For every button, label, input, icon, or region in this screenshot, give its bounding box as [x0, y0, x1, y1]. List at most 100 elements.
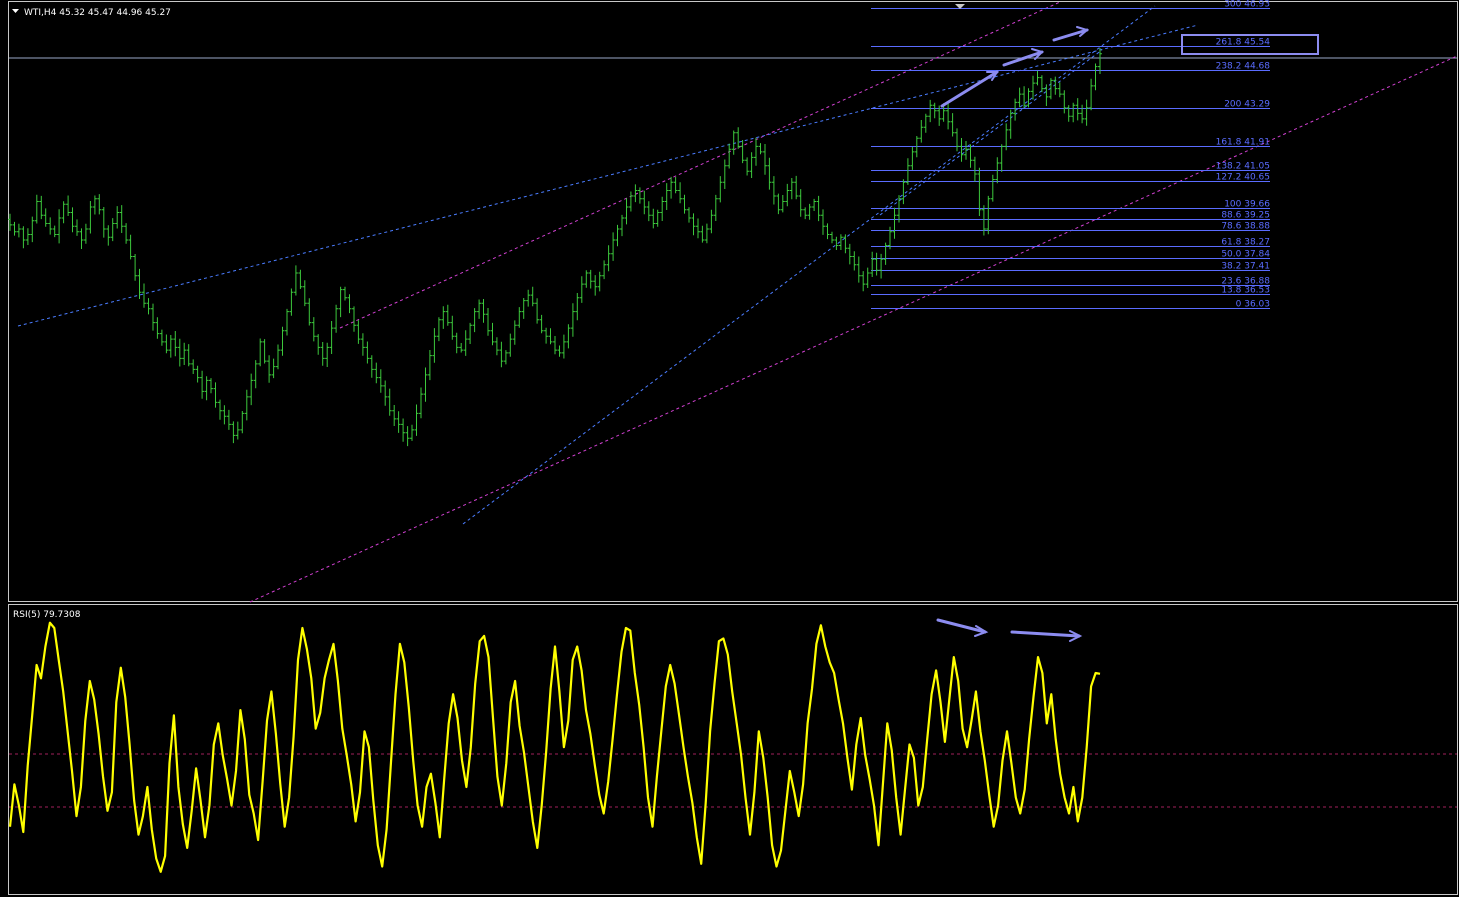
price-bar [749, 152, 754, 178]
price-bar [436, 317, 441, 342]
price-bar [852, 251, 857, 271]
price-bar [396, 411, 401, 433]
price-bar [794, 175, 799, 200]
fib-level-label: 78.6 38.88 [1221, 222, 1270, 232]
price-bar [490, 322, 495, 346]
price-bar [289, 288, 294, 316]
price-bar [530, 286, 535, 307]
price-bar [879, 253, 884, 279]
price-bar [262, 339, 267, 364]
price-bar [696, 218, 700, 239]
price-bar [258, 338, 263, 367]
fib-level-label: 200 43.29 [1224, 100, 1270, 110]
price-bar [75, 219, 79, 236]
price-bar [803, 207, 808, 220]
price-bar [584, 270, 589, 288]
price-bar [517, 307, 522, 328]
price-bar [561, 334, 566, 359]
price-bar [664, 183, 669, 210]
price-bar [830, 231, 834, 244]
price-bar [566, 324, 571, 349]
price-bar [173, 331, 178, 357]
price-bar [798, 189, 803, 217]
price-bar [186, 344, 191, 367]
price-bar [16, 223, 21, 238]
price-bar [847, 243, 852, 265]
price-bar [43, 208, 48, 227]
price-bar [1039, 75, 1044, 93]
price-bar [812, 198, 817, 211]
fib-level-label: 100 39.66 [1224, 200, 1270, 210]
price-bar [700, 225, 705, 243]
price-bar [816, 195, 821, 222]
price-bar [606, 245, 611, 272]
price-bar [423, 367, 428, 402]
price-bar [200, 370, 205, 399]
price-bar [673, 177, 678, 194]
price-bar [865, 267, 870, 288]
price-bar [249, 373, 254, 406]
price-bar [861, 271, 866, 292]
fib-level-label: 38.2 37.41 [1221, 262, 1270, 272]
price-bar [526, 289, 531, 307]
fib-level-label: 261.8 45.54 [1216, 38, 1271, 48]
price-bar [182, 342, 187, 365]
symbol-header: WTI,H4 45.32 45.47 44.96 45.27 [24, 8, 171, 18]
price-bar [548, 328, 553, 345]
price-bar [637, 187, 642, 204]
symbol-menu-icon[interactable] [12, 9, 19, 13]
price-bar [414, 404, 419, 436]
price-bar [128, 234, 133, 260]
price-bar [646, 201, 651, 222]
price-bar [115, 206, 120, 229]
fib-level-label: 138.2 41.05 [1216, 162, 1270, 172]
price-bar [325, 342, 330, 367]
price-bar [311, 317, 316, 342]
price-bar [579, 276, 584, 303]
price-bar [468, 322, 473, 344]
price-bar [745, 157, 750, 176]
price-bar [12, 221, 17, 236]
price-bar [508, 333, 513, 357]
price-bar [70, 207, 75, 233]
price-bar [642, 190, 647, 215]
price-bar [687, 207, 691, 223]
price-bar [267, 355, 272, 383]
price-bar [293, 265, 298, 296]
price-bar [302, 280, 307, 307]
fib-level-label: 161.8 41.91 [1216, 138, 1270, 148]
price-bar [553, 336, 557, 355]
price-bar [445, 304, 450, 326]
price-bar [593, 275, 598, 296]
fib-level-label: 88.6 39.25 [1221, 211, 1270, 221]
price-bar [682, 194, 687, 214]
price-bar [401, 418, 406, 442]
rsi-header: RSI(5) 79.7308 [13, 610, 81, 620]
price-bar [164, 334, 169, 354]
fib-level-label: 0 36.03 [1236, 300, 1270, 310]
price-bar [57, 209, 62, 244]
price-bar [450, 315, 455, 340]
price-bar [727, 143, 732, 169]
price-bar [25, 228, 30, 245]
chart-canvas: 300 46.93 261.8 45.54 238.2 44.68 200 43.29… [8, 0, 1458, 895]
price-bar [387, 388, 392, 416]
price-bar [512, 320, 517, 345]
arrow-1 [940, 70, 999, 108]
price-bar [392, 405, 397, 426]
price-bar [477, 299, 482, 319]
price-bar [463, 330, 468, 356]
price-bar [235, 421, 240, 440]
price-bar [870, 251, 875, 277]
price-bar [892, 207, 897, 239]
price-bar [151, 303, 155, 331]
price-bar [486, 308, 490, 336]
price-bar [986, 195, 991, 235]
price-bar [1093, 63, 1098, 91]
price-bar [285, 308, 289, 336]
price-bar [240, 411, 245, 434]
price-bar [83, 223, 88, 244]
price-bar [472, 308, 477, 333]
price-bar [628, 191, 633, 212]
price-bar [218, 399, 222, 420]
